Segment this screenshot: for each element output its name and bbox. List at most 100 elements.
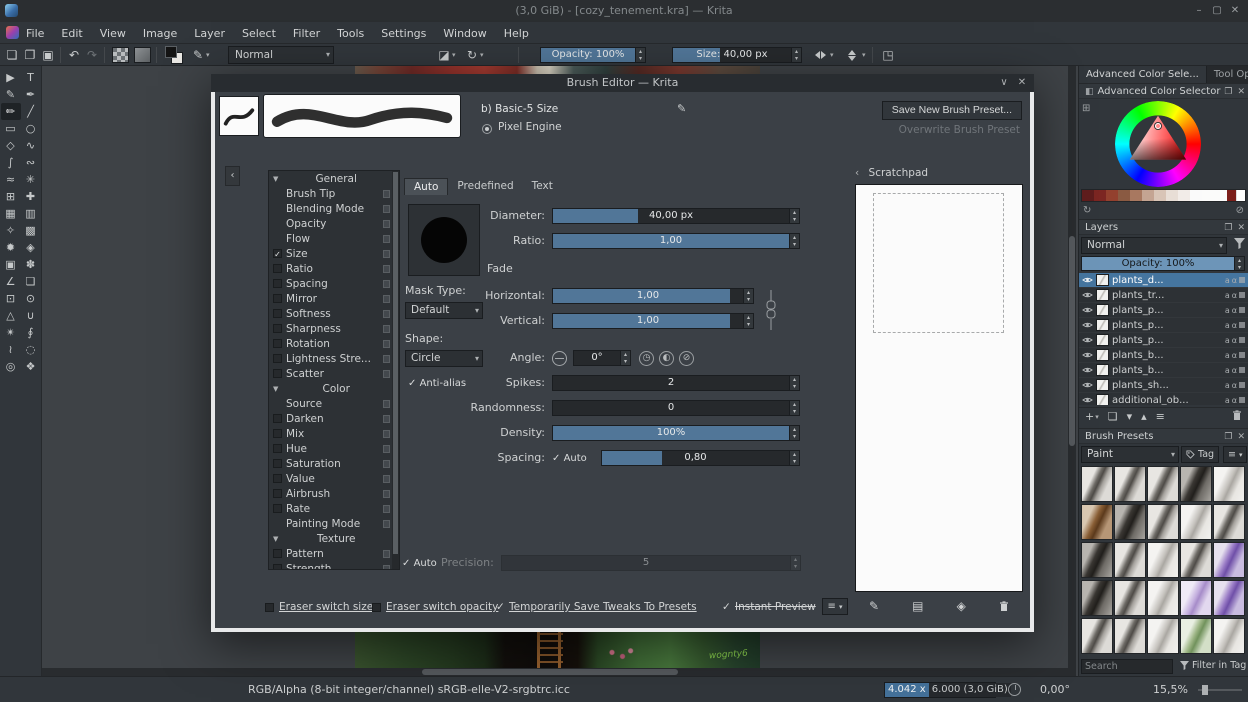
option-section-color[interactable]: ▼ Color [269, 381, 399, 396]
tool-similar-select[interactable]: ✴ [1, 324, 21, 341]
layer-visibility-icon[interactable] [1082, 336, 1093, 344]
horizontal-scrollbar[interactable] [42, 668, 1068, 676]
brush-preset-tile[interactable] [1147, 618, 1179, 654]
canvas-rotation-dial[interactable] [1008, 683, 1021, 696]
lock-icon[interactable] [383, 324, 390, 333]
tool-rectangle[interactable]: ▭ [1, 120, 21, 137]
tool-enclose-fill[interactable]: ▣ [1, 256, 21, 273]
dialog-titlebar[interactable]: Brush Editor — Krita ∨ ✕ [211, 74, 1034, 92]
option-checkbox[interactable] [273, 429, 282, 438]
alpha-lock-icon[interactable]: α [1232, 381, 1237, 390]
opacity-slider[interactable]: Opacity: 100% ▴ ▾ [540, 47, 646, 63]
option-checkbox[interactable] [273, 459, 282, 468]
zoom-slider[interactable] [1198, 685, 1242, 695]
save-tweaks-check[interactable]: ✓ [496, 601, 505, 613]
color-history-swatch[interactable] [1190, 190, 1202, 201]
layer-row-plants-p[interactable]: plants_p... a α [1079, 333, 1248, 348]
layer-lock-icon[interactable] [1239, 397, 1245, 403]
option-hue[interactable]: Hue [269, 441, 399, 456]
scratchpad-fill-icon[interactable]: ◈ [957, 599, 966, 613]
lock-icon[interactable] [383, 369, 390, 378]
dialog-menu-button[interactable]: ≡ ▾ [822, 598, 848, 615]
option-painting-mode[interactable]: Painting Mode [269, 516, 399, 531]
option-source[interactable]: Source [269, 396, 399, 411]
foreground-background-colors[interactable] [164, 45, 184, 65]
close-dialog-icon[interactable]: ✕ [1014, 74, 1030, 92]
randomness-slider[interactable]: 0 ▴ ▾ [552, 400, 800, 416]
layer-blending-mode-select[interactable]: Normal ▾ [1081, 237, 1227, 254]
alpha-lock-icon[interactable]: α [1232, 306, 1237, 315]
layer-visibility-icon[interactable] [1082, 306, 1093, 314]
option-checkbox[interactable] [273, 354, 282, 363]
undo-icon[interactable]: ↶ [66, 44, 82, 66]
option-pattern[interactable]: Pattern [269, 546, 399, 561]
reload-dropdown-icon[interactable]: ▾ [480, 44, 484, 66]
option-checkbox[interactable]: ✓ [273, 249, 282, 259]
spacing-spin[interactable]: ▴ ▾ [790, 450, 800, 466]
lock-icon[interactable] [383, 429, 390, 438]
preset-view-mode-button[interactable]: ≡ ▾ [1223, 446, 1248, 463]
tool-edit-shapes[interactable]: ✎ [1, 86, 21, 103]
layer-lock-icon[interactable] [1239, 382, 1245, 388]
layer-lock-icon[interactable] [1239, 352, 1245, 358]
lock-icon[interactable] [383, 234, 390, 243]
tool-polyline[interactable]: ∿ [21, 137, 41, 154]
alpha-lock-icon[interactable]: α [1232, 336, 1237, 345]
trim-image-icon[interactable]: ◳ [880, 44, 896, 66]
lock-icon[interactable] [383, 444, 390, 453]
brush-preset-tile[interactable] [1180, 542, 1212, 578]
options-scrollbar[interactable] [392, 171, 399, 569]
brush-preset-tile[interactable] [1180, 504, 1212, 540]
option-flow[interactable]: Flow [269, 231, 399, 246]
layer-filter-funnel-icon[interactable] [1234, 238, 1245, 252]
float-docker-icon[interactable]: ❐ [1224, 84, 1232, 100]
engine-radio[interactable] [482, 124, 492, 134]
add-layer-button[interactable]: + ▾ [1085, 410, 1099, 423]
eraser-switch-opacity-checkbox[interactable] [372, 603, 381, 612]
angle-reset-icon[interactable]: ⊘ [679, 351, 694, 366]
tool-multibrush[interactable]: ✳ [21, 171, 41, 188]
option-opacity[interactable]: Opacity [269, 216, 399, 231]
option-section-general[interactable]: ▼ General [269, 171, 399, 186]
mirror-vertical-icon[interactable] [842, 45, 862, 65]
tab-predefined[interactable]: Predefined [448, 178, 522, 195]
alpha-lock-icon[interactable]: α [1232, 351, 1237, 360]
ratio-spin[interactable]: ▴ ▾ [790, 233, 800, 249]
angle-clock-icon[interactable]: ◷ [639, 351, 654, 366]
layer-properties-button[interactable]: ≡ [1156, 410, 1165, 423]
option-checkbox[interactable] [273, 504, 282, 513]
layer-row-additional-ob[interactable]: additional_ob... a α [1079, 393, 1248, 405]
brush-preset-tile[interactable] [1147, 504, 1179, 540]
layer-visibility-icon[interactable] [1082, 351, 1093, 359]
mirror-v-dropdown-icon[interactable]: ▾ [862, 44, 866, 66]
gradient-chooser[interactable] [112, 47, 129, 63]
advanced-color-selector-header[interactable]: ◧ Advanced Color Selector ❐ ✕ [1079, 83, 1248, 99]
alpha-lock-icon[interactable]: α [1232, 321, 1237, 330]
tool-dynamic-brush[interactable]: ≈ [1, 171, 21, 188]
option-checkbox[interactable] [273, 339, 282, 348]
tool-line[interactable]: ╱ [21, 103, 41, 120]
fade-vertical-slider[interactable]: 1,00 ▴ ▾ [552, 313, 754, 329]
inherit-alpha-icon[interactable]: a [1225, 276, 1230, 285]
layer-lock-icon[interactable] [1239, 292, 1245, 298]
layer-lock-icon[interactable] [1239, 277, 1245, 283]
pattern-chooser[interactable] [134, 47, 151, 63]
tool-calligraphy[interactable]: ✒ [21, 86, 41, 103]
option-checkbox[interactable] [273, 369, 282, 378]
option-strength[interactable]: Strength [269, 561, 399, 569]
tool-rect-select[interactable]: ⊡ [1, 290, 21, 307]
spacing-slider[interactable]: 0,80 ▴ ▾ [601, 450, 800, 466]
density-slider[interactable]: 100% ▴ ▾ [552, 425, 800, 441]
layer-visibility-icon[interactable] [1082, 276, 1093, 284]
brush-preset-tile[interactable] [1147, 542, 1179, 578]
close-docker-icon[interactable]: ✕ [1237, 84, 1245, 100]
angle-flip-icon[interactable]: ◐ [659, 351, 674, 366]
float-docker-icon[interactable]: ❐ [1224, 220, 1232, 236]
docker-tab-advanced-color-sele[interactable]: Advanced Color Sele... [1079, 66, 1207, 83]
color-history-swatch[interactable] [1178, 190, 1190, 201]
ratio-slider[interactable]: 1,00 ▴ ▾ [552, 233, 800, 249]
option-scatter[interactable]: Scatter [269, 366, 399, 381]
tool-assistants[interactable]: ◌ [21, 341, 41, 358]
lock-icon[interactable] [383, 354, 390, 363]
color-wheel[interactable] [1115, 101, 1201, 187]
